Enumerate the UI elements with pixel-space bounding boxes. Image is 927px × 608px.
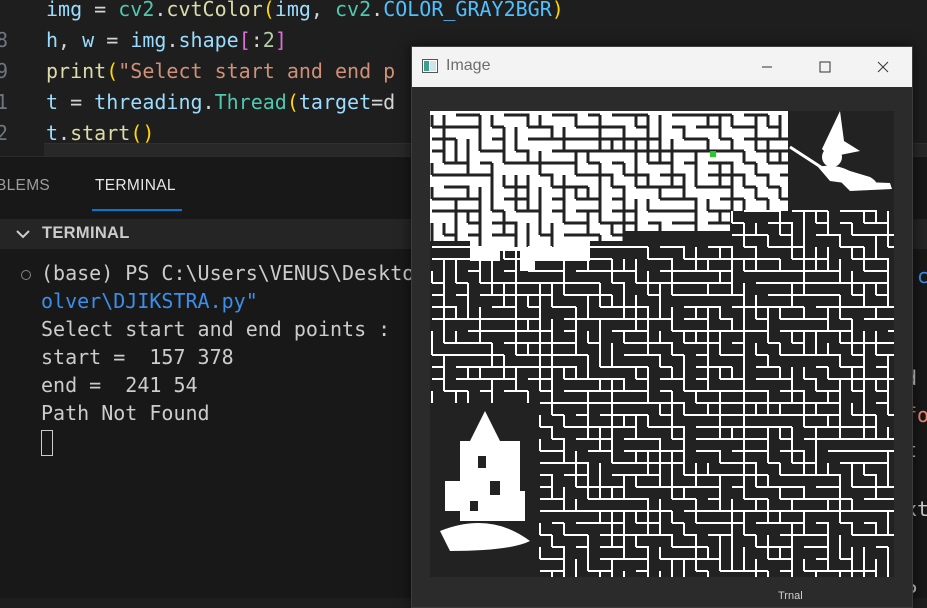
window-titlebar[interactable]: Image (412, 47, 912, 87)
terminal-line: (base) PS C:\Users\VENUS\Deskto (41, 261, 415, 285)
maze-image[interactable] (430, 111, 894, 577)
line-number: 1 (0, 90, 8, 114)
terminal-line: Select start and end points : (41, 317, 391, 341)
line-number: 8 (0, 28, 8, 52)
code-text: t.start() (46, 121, 155, 145)
maximize-button[interactable] (796, 47, 854, 87)
terminal-line: olver\DJIKSTRA.py" (41, 289, 258, 313)
terminal-line: end = 241 54 (41, 373, 198, 397)
image-window[interactable]: Image Trnal (411, 46, 913, 608)
terminal-line: Path Not Found (41, 401, 210, 425)
close-button[interactable] (854, 47, 912, 87)
line-number: 9 (0, 59, 8, 83)
tab-terminal[interactable]: TERMINAL (95, 177, 176, 195)
terminal-section-title: TERMINAL (42, 224, 130, 242)
code-text: print("Select start and end p (46, 59, 396, 83)
window-title: Image (446, 57, 491, 74)
line-number: 2 (0, 121, 8, 145)
chevron-down-icon[interactable] (14, 225, 32, 243)
terminal-line: start = 157 378 (41, 345, 234, 369)
code-text: img = cv2.cvtColor(img, cv2.COLOR_GRAY2B… (46, 0, 564, 21)
start-point-marker (710, 151, 716, 157)
active-tab-underline (92, 209, 182, 211)
code-text: h, w = img.shape[:2] (46, 28, 287, 52)
app-icon (422, 59, 438, 73)
minimize-icon (762, 66, 772, 68)
maximize-icon (819, 61, 831, 73)
close-icon (877, 61, 889, 73)
code-text: t = threading.Thread(target=d (46, 90, 396, 114)
window-bottom-strip (412, 577, 912, 607)
minimize-button[interactable] (738, 47, 796, 87)
window-status-text: Trnal (778, 590, 803, 602)
terminal-cursor (41, 430, 53, 456)
command-status-icon[interactable] (21, 270, 31, 280)
tab-problems[interactable]: BLEMS (0, 177, 50, 195)
code-line[interactable]: img = cv2.cvtColor(img, cv2.COLOR_GRAY2B… (0, 0, 927, 25)
